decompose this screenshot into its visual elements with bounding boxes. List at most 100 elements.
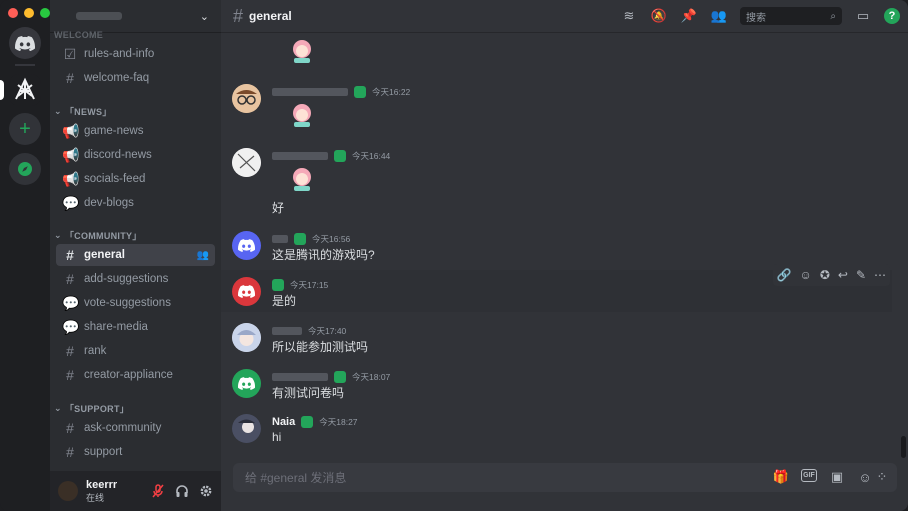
zoom-window-button[interactable]	[40, 8, 50, 18]
username-redacted[interactable]	[272, 373, 328, 381]
super-reaction-icon[interactable]: ✪	[820, 268, 830, 282]
avatar[interactable]	[232, 148, 261, 177]
username-redacted[interactable]	[272, 88, 348, 96]
avatar[interactable]	[232, 231, 261, 260]
avatar[interactable]	[58, 481, 78, 501]
help-icon[interactable]: ?	[884, 8, 900, 24]
app-launcher-icon[interactable]: ⁘	[874, 469, 890, 485]
timestamp: 今天18:27	[319, 417, 358, 427]
message[interactable]: 今天16:22	[232, 82, 892, 132]
create-thread-icon[interactable]: ✎	[856, 268, 866, 282]
message-continuation[interactable]	[232, 36, 892, 66]
message-text: 是的	[272, 294, 297, 308]
channel-support[interactable]: # support	[56, 441, 215, 463]
user-info[interactable]: keerrr 在线	[86, 479, 117, 504]
message[interactable]: 今天16:44 好	[232, 146, 892, 218]
username-redacted[interactable]	[272, 327, 302, 335]
channel-header: # general ≋ 🔕 📌 👥 搜索 ⌕ ▭ ?	[221, 0, 908, 33]
channel-rank[interactable]: # rank	[56, 340, 215, 362]
channel-game-news[interactable]: 📢 game-news	[56, 120, 215, 142]
category-welcome[interactable]: WELCOME	[54, 30, 103, 40]
role-badge-icon	[354, 86, 366, 98]
gift-icon[interactable]: 🎁	[773, 469, 789, 485]
message[interactable]: 今天18:07 有测试问卷吗	[232, 368, 892, 404]
window-controls	[8, 8, 50, 18]
channel-welcome-faq[interactable]: # welcome-faq	[56, 67, 215, 89]
forum-icon: 💬	[62, 294, 80, 311]
message[interactable]: 今天16:56 这是腾讯的游戏吗?	[232, 230, 892, 266]
reply-icon[interactable]: ↩	[838, 268, 848, 282]
search-placeholder: 搜索	[746, 12, 766, 24]
mic-muted-icon[interactable]	[151, 484, 165, 498]
role-badge-icon	[301, 416, 314, 428]
channel-ask-community[interactable]: # ask-community	[56, 417, 215, 439]
discord-logo-icon	[238, 377, 255, 390]
username-redacted[interactable]	[272, 152, 328, 160]
channel-creator-appliance[interactable]: # creator-appliance	[56, 364, 215, 386]
message-header: 今天16:22	[272, 86, 410, 98]
sticker-image	[290, 38, 314, 64]
discord-logo-icon	[15, 35, 35, 51]
channel-discord-news[interactable]: 📢 discord-news	[56, 144, 215, 166]
category-community[interactable]: ⌄ 「COMMUNITY」	[54, 229, 142, 242]
channel-share-media[interactable]: 💬 share-media	[56, 316, 215, 338]
forum-icon: 💬	[62, 318, 80, 335]
headphones-icon[interactable]	[175, 484, 189, 498]
chevron-down-icon: ⌄	[54, 403, 62, 413]
add-server-button[interactable]: +	[9, 113, 41, 145]
message[interactable]: 今天17:40 所以能参加测试吗	[232, 322, 892, 358]
add-member-icon[interactable]: 👥	[197, 250, 209, 261]
more-options-icon[interactable]: ⋯	[874, 268, 886, 282]
hash-icon: #	[66, 420, 74, 436]
direct-messages-button[interactable]	[9, 27, 41, 59]
hash-icon: #	[66, 271, 74, 287]
avatar[interactable]	[232, 414, 261, 443]
compass-icon	[18, 162, 32, 176]
avatar[interactable]	[232, 323, 261, 352]
category-support[interactable]: ⌄ 「SUPPORT」	[54, 402, 129, 415]
channel-add-suggestions[interactable]: # add-suggestions	[56, 268, 215, 290]
plus-icon: +	[19, 117, 31, 140]
channel-label: game-news	[84, 125, 144, 137]
server-icon-current[interactable]	[9, 74, 41, 106]
close-window-button[interactable]	[8, 8, 18, 18]
server-rail: +	[0, 0, 50, 511]
gear-icon[interactable]	[199, 484, 213, 498]
server-header[interactable]: ⌄	[50, 0, 221, 33]
gif-button[interactable]: GIF	[801, 469, 817, 482]
link-icon[interactable]: 🔗	[777, 268, 792, 282]
avatar[interactable]	[232, 369, 261, 398]
message-composer[interactable]: 给 #general 发消息 🎁 GIF ▣ ☺	[233, 463, 897, 492]
pin-icon[interactable]: 📌	[680, 7, 698, 25]
search-input[interactable]: 搜索 ⌕	[740, 7, 842, 25]
message[interactable]: Naia 今天18:27 hi	[232, 413, 892, 449]
notification-muted-icon[interactable]: 🔕	[650, 7, 668, 25]
channel-general[interactable]: # general 👥	[56, 244, 215, 266]
explore-servers-button[interactable]	[9, 153, 41, 185]
category-news[interactable]: ⌄ 「NEWS」	[54, 105, 112, 118]
threads-icon[interactable]: ≋	[620, 7, 638, 25]
rail-separator	[15, 64, 35, 66]
message-header: 今天16:56	[272, 233, 350, 245]
channel-label: rank	[84, 345, 107, 357]
username[interactable]: Naia	[272, 416, 295, 428]
channel-vote-suggestions[interactable]: 💬 vote-suggestions	[56, 292, 215, 314]
message-input-placeholder: 给 #general 发消息	[245, 471, 347, 485]
active-server-indicator	[0, 80, 4, 100]
channel-dev-blogs[interactable]: 💬 dev-blogs	[56, 192, 215, 214]
channel-socials-feed[interactable]: 📢 socials-feed	[56, 168, 215, 190]
channel-rules-and-info[interactable]: ☑ rules-and-info	[56, 43, 215, 65]
member-list-icon[interactable]: 👥	[710, 7, 728, 25]
sticker-icon[interactable]: ▣	[829, 469, 845, 485]
emoji-icon[interactable]: ☺	[857, 469, 873, 485]
avatar[interactable]	[232, 277, 261, 306]
add-reaction-icon[interactable]: ☺	[800, 268, 812, 282]
message-header: Naia 今天18:27	[272, 416, 358, 428]
username-redacted[interactable]	[272, 235, 288, 243]
inbox-icon[interactable]: ▭	[854, 7, 872, 25]
category-label: 「COMMUNITY」	[64, 231, 142, 241]
avatar[interactable]	[232, 84, 261, 113]
scrollbar[interactable]	[901, 436, 906, 458]
minimize-window-button[interactable]	[24, 8, 34, 18]
message-header: 今天18:07	[272, 371, 390, 383]
